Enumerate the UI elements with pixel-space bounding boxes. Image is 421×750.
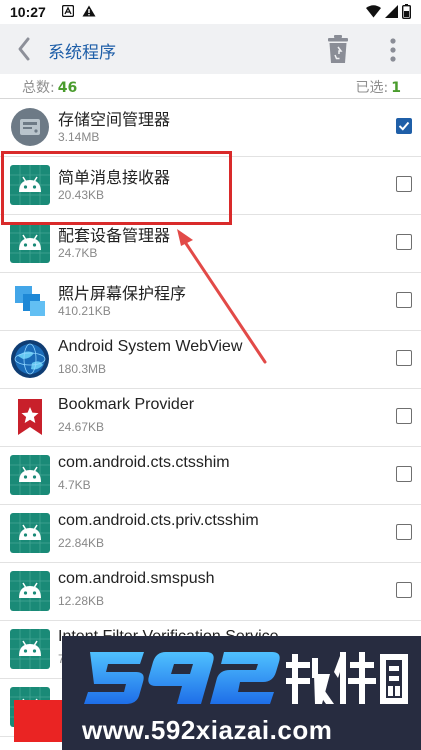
selected-label: 已选:	[355, 80, 389, 96]
selected-value: 1	[391, 80, 401, 96]
wifi-icon	[366, 4, 381, 17]
checkmark-icon	[398, 121, 410, 131]
app-row[interactable]: 照片屏幕保护程序 410.21KB	[0, 273, 421, 331]
trash-icon[interactable]	[326, 34, 350, 64]
app-name: 照片屏幕保护程序	[58, 286, 187, 303]
watermark: www.592xiazai.com	[62, 636, 421, 750]
android-icon	[10, 223, 50, 263]
app-row[interactable]: 配套设备管理器 24.7KB	[0, 215, 421, 273]
notification-a-icon	[62, 5, 74, 17]
app-checkbox[interactable]	[396, 176, 412, 192]
summary-bar: 总数: 46 已选: 1	[0, 74, 421, 99]
app-name: 简单消息接收器	[58, 170, 171, 187]
total-label: 总数:	[22, 80, 55, 96]
app-checkbox[interactable]	[396, 350, 412, 366]
watermark-url: www.592xiazai.com	[82, 715, 333, 745]
app-checkbox[interactable]	[396, 466, 412, 482]
app-name: Android System WebView	[58, 338, 243, 355]
app-row[interactable]: com.android.cts.priv.ctsshim 22.84KB	[0, 505, 421, 563]
toolbar: 系统程序	[0, 24, 421, 74]
app-size: 3.14MB	[58, 130, 100, 144]
app-size: 4.7KB	[58, 478, 91, 492]
app-size: 20.43KB	[58, 188, 105, 202]
status-time: 10:27	[10, 4, 46, 20]
app-size: 12.28KB	[58, 594, 105, 608]
selected-count: 已选: 1	[356, 77, 401, 97]
app-row[interactable]: 存储空间管理器 3.14MB	[0, 99, 421, 157]
android-icon	[10, 571, 50, 611]
app-size: 410.21KB	[58, 304, 111, 318]
watermark-logo	[84, 652, 408, 704]
status-icons	[366, 3, 411, 19]
webview-globe-icon	[10, 339, 50, 379]
app-name: Bookmark Provider	[58, 396, 195, 413]
app-checkbox[interactable]	[396, 292, 412, 308]
app-row[interactable]: com.android.smspush 12.28KB	[0, 563, 421, 621]
app-size: 180.3MB	[58, 362, 107, 376]
storage-icon	[10, 107, 50, 147]
android-icon	[10, 513, 50, 553]
app-checkbox[interactable]	[396, 524, 412, 540]
app-size: 22.84KB	[58, 536, 105, 550]
chevron-left-icon[interactable]	[12, 35, 36, 63]
warning-icon	[82, 5, 96, 17]
app-name: com.android.cts.ctsshim	[58, 454, 230, 471]
battery-icon	[402, 3, 411, 19]
page-title: 系统程序	[48, 43, 116, 63]
app-name: com.android.smspush	[58, 570, 215, 587]
more-vert-icon[interactable]	[383, 37, 403, 63]
app-name: com.android.cts.priv.ctsshim	[58, 512, 259, 529]
app-row[interactable]: Android System WebView 180.3MB	[0, 331, 421, 389]
app-checkbox[interactable]	[396, 118, 412, 134]
android-icon	[10, 629, 50, 669]
total-count: 总数: 46	[22, 77, 77, 97]
bookmark-icon	[10, 397, 50, 437]
status-bar: 10:27	[0, 0, 421, 24]
android-icon	[10, 455, 50, 495]
app-name: 存储空间管理器	[58, 112, 171, 129]
total-value: 46	[57, 80, 78, 96]
app-size: 24.7KB	[58, 246, 98, 260]
android-icon	[10, 165, 50, 205]
app-checkbox[interactable]	[396, 408, 412, 424]
app-checkbox[interactable]	[396, 582, 412, 598]
app-row[interactable]: Bookmark Provider 24.67KB	[0, 389, 421, 447]
app-size: 24.67KB	[58, 420, 105, 434]
photos-icon	[10, 281, 50, 321]
app-checkbox[interactable]	[396, 234, 412, 250]
app-row[interactable]: 简单消息接收器 20.43KB	[0, 157, 421, 215]
app-row[interactable]: com.android.cts.ctsshim 4.7KB	[0, 447, 421, 505]
signal-icon	[385, 4, 398, 18]
app-name: 配套设备管理器	[58, 228, 171, 245]
